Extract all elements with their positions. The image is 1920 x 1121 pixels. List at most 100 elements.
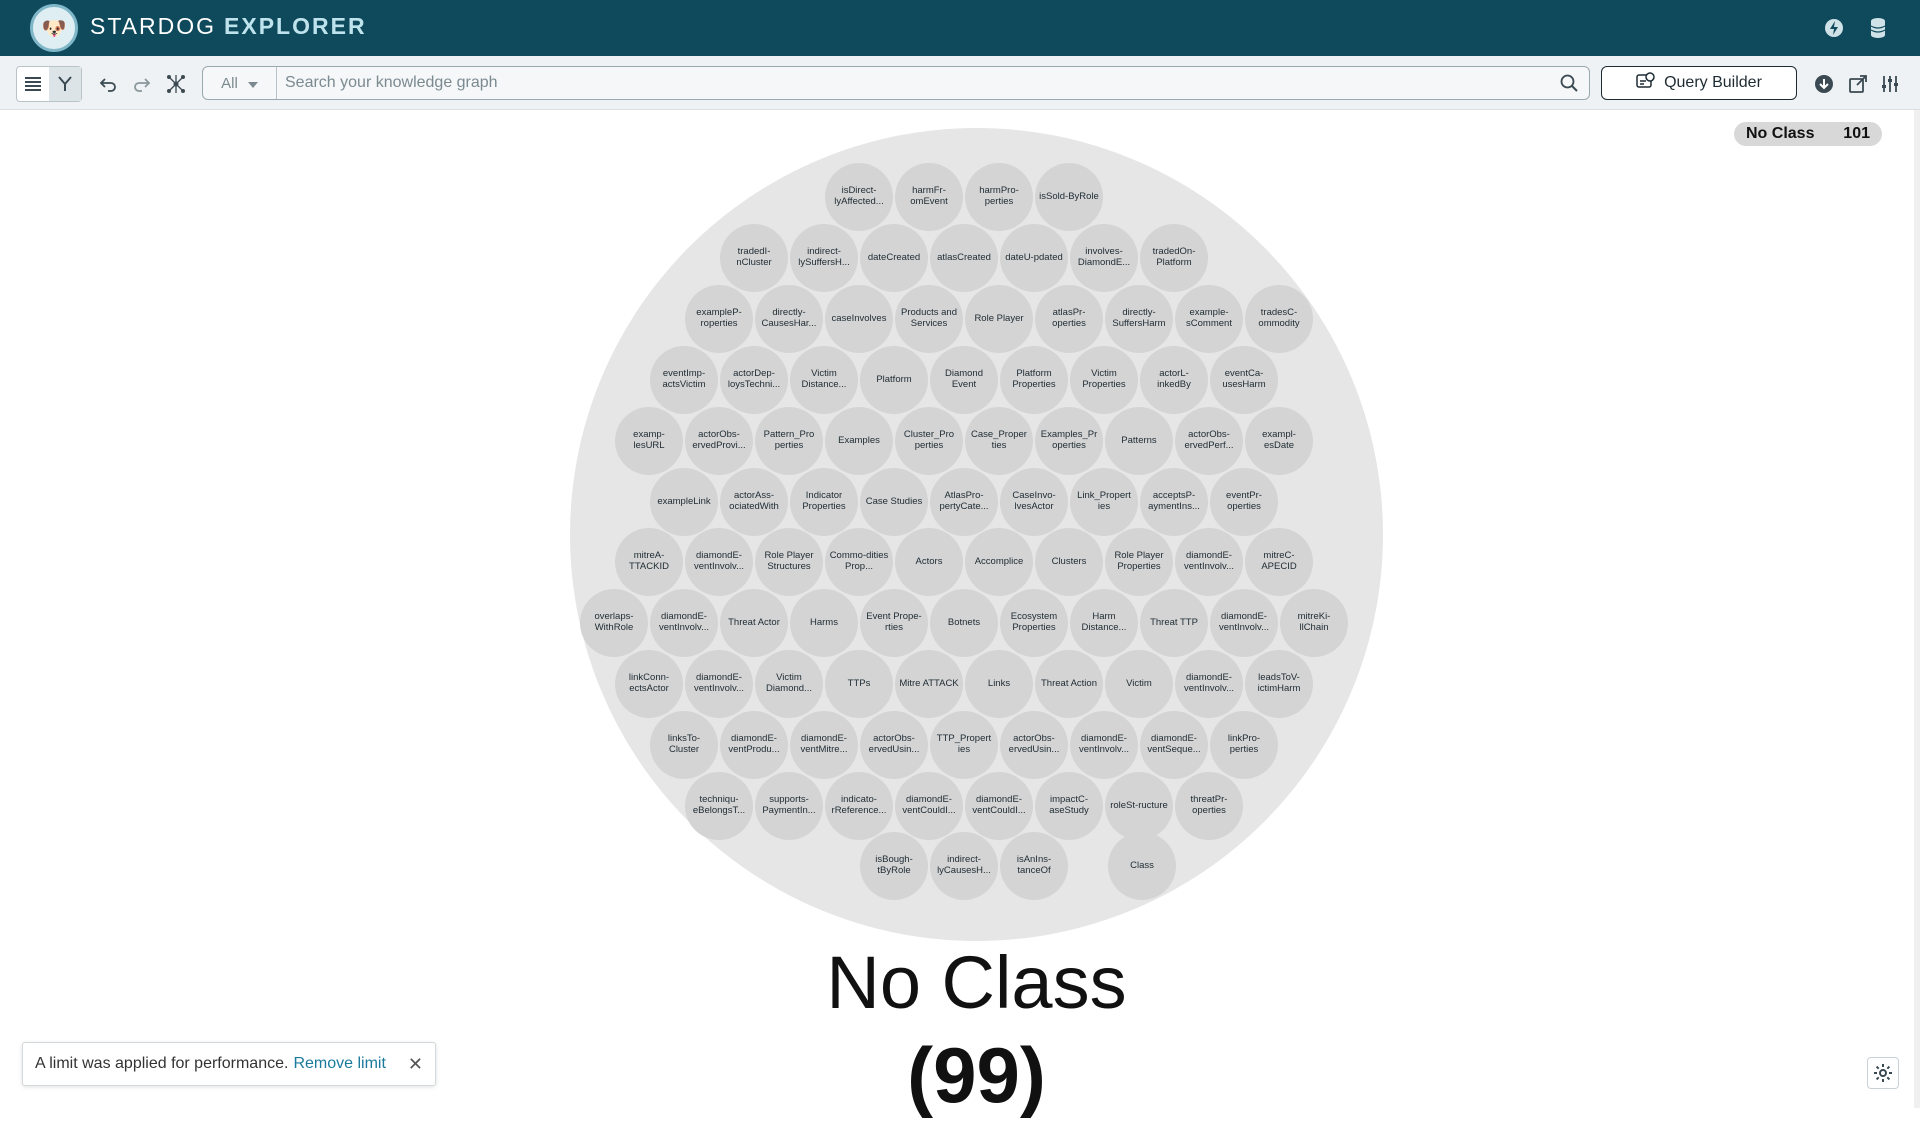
graph-node[interactable]: Case Studies: [860, 468, 928, 536]
lightning-icon[interactable]: [1822, 16, 1846, 40]
graph-node[interactable]: caseInvolves: [825, 285, 893, 353]
graph-node[interactable]: exampl-esDate: [1245, 407, 1313, 475]
redo-icon[interactable]: [126, 68, 158, 100]
graph-node[interactable]: Actors: [895, 528, 963, 596]
graph-node[interactable]: Threat Action: [1035, 650, 1103, 718]
graph-node[interactable]: actorObs-ervedProvi...: [685, 407, 753, 475]
graph-node[interactable]: Mitre ATTACK: [895, 650, 963, 718]
graph-node[interactable]: isSold-ByRole: [1035, 163, 1103, 231]
graph-node[interactable]: Accomplice: [965, 528, 1033, 596]
graph-node[interactable]: linksTo-Cluster: [650, 711, 718, 779]
graph-node[interactable]: actorObs-ervedUsin...: [1000, 711, 1068, 779]
graph-node[interactable]: diamondE-ventInvolv...: [685, 528, 753, 596]
graph-node[interactable]: dateU-pdated: [1000, 224, 1068, 292]
graph-node[interactable]: harmPro-perties: [965, 163, 1033, 231]
graph-node[interactable]: tradedI-nCluster: [720, 224, 788, 292]
graph-node[interactable]: Clusters: [1035, 528, 1103, 596]
graph-node[interactable]: Pattern_Pro perties: [755, 407, 823, 475]
graph-node[interactable]: roleSt-ructure: [1105, 772, 1173, 840]
list-view-icon[interactable]: [17, 67, 49, 101]
graph-node[interactable]: diamondE-ventInvolv...: [1175, 650, 1243, 718]
query-builder-button[interactable]: Query Builder: [1601, 66, 1797, 100]
graph-node[interactable]: Case_Proper ties: [965, 407, 1033, 475]
graph-node[interactable]: Ecosystem Properties: [1000, 589, 1068, 657]
graph-node[interactable]: tradesC-ommodity: [1245, 285, 1313, 353]
graph-node[interactable]: overlaps-WithRole: [580, 589, 648, 657]
graph-node[interactable]: supports-PaymentIn...: [755, 772, 823, 840]
graph-node[interactable]: Diamond Event: [930, 346, 998, 414]
graph-node[interactable]: Role Player: [965, 285, 1033, 353]
graph-node[interactable]: diamondE-ventProdu...: [720, 711, 788, 779]
undo-icon[interactable]: [92, 68, 124, 100]
graph-node[interactable]: Link_Propert ies: [1070, 468, 1138, 536]
sliders-icon[interactable]: [1874, 68, 1906, 100]
graph-node[interactable]: TTP_Propert ies: [930, 711, 998, 779]
graph-node[interactable]: Victim Diamond...: [755, 650, 823, 718]
search-icon[interactable]: [1549, 74, 1589, 92]
graph-node[interactable]: Cluster_Pro perties: [895, 407, 963, 475]
graph-node[interactable]: diamondE-ventSeque...: [1140, 711, 1208, 779]
graph-node[interactable]: involves-DiamondE...: [1070, 224, 1138, 292]
graph-node[interactable]: dateCreated: [860, 224, 928, 292]
graph-node[interactable]: diamondE-ventCouldI...: [965, 772, 1033, 840]
graph-node[interactable]: example-sComment: [1175, 285, 1243, 353]
graph-node[interactable]: isAnIns-tanceOf: [1000, 832, 1068, 900]
graph-node[interactable]: directly-CausesHar...: [755, 285, 823, 353]
graph-node[interactable]: indirect-lySuffersH...: [790, 224, 858, 292]
graph-node[interactable]: Products and Services: [895, 285, 963, 353]
stardog-logo-icon[interactable]: 🐶: [30, 4, 78, 52]
graph-node[interactable]: AtlasPro-pertyCate...: [930, 468, 998, 536]
graph-node[interactable]: techniqu-eBelongsT...: [685, 772, 753, 840]
graph-node[interactable]: Threat Actor: [720, 589, 788, 657]
search-input[interactable]: Search your knowledge graph: [277, 74, 1549, 92]
graph-node[interactable]: isBough-tByRole: [860, 832, 928, 900]
graph-node[interactable]: acceptsP-aymentIns...: [1140, 468, 1208, 536]
graph-node[interactable]: actorAss-ociatedWith: [720, 468, 788, 536]
graph-node[interactable]: Threat TTP: [1140, 589, 1208, 657]
graph-node[interactable]: linkConn-ectsActor: [615, 650, 683, 718]
graph-node[interactable]: exampleLink: [650, 468, 718, 536]
graph-node[interactable]: indicato-rReference...: [825, 772, 893, 840]
graph-node[interactable]: TTPs: [825, 650, 893, 718]
settings-gear-icon[interactable]: [1867, 1057, 1899, 1089]
close-icon[interactable]: ✕: [408, 1054, 423, 1075]
download-icon[interactable]: [1808, 68, 1840, 100]
graph-node[interactable]: impactC-aseStudy: [1035, 772, 1103, 840]
graph-node[interactable]: harmFr-omEvent: [895, 163, 963, 231]
graph-node[interactable]: Links: [965, 650, 1033, 718]
graph-node[interactable]: mitreA-TTACKID: [615, 528, 683, 596]
external-link-icon[interactable]: [1842, 68, 1874, 100]
graph-node[interactable]: indirect-lyCausesH...: [930, 832, 998, 900]
graph-node[interactable]: Class: [1108, 832, 1176, 900]
graph-node[interactable]: diamondE-ventCouldI...: [895, 772, 963, 840]
graph-node[interactable]: Harms: [790, 589, 858, 657]
remove-limit-link[interactable]: Remove limit: [293, 1055, 385, 1073]
graph-node[interactable]: Victim Distance...: [790, 346, 858, 414]
class-count-badge[interactable]: No Class 101: [1734, 122, 1882, 146]
graph-node[interactable]: Victim Properties: [1070, 346, 1138, 414]
graph-node[interactable]: Patterns: [1105, 407, 1173, 475]
graph-node[interactable]: leadsToV-ictimHarm: [1245, 650, 1313, 718]
graph-node[interactable]: mitreC-APECID: [1245, 528, 1313, 596]
graph-node[interactable]: diamondE-ventInvolv...: [685, 650, 753, 718]
graph-node[interactable]: Platform Properties: [1000, 346, 1068, 414]
database-icon[interactable]: [1866, 16, 1890, 40]
graph-node[interactable]: isDirect-lyAffected...: [825, 163, 893, 231]
graph-node[interactable]: threatPr-operties: [1175, 772, 1243, 840]
graph-node[interactable]: actorDep-loysTechni...: [720, 346, 788, 414]
graph-node[interactable]: Event Prope-rties: [860, 589, 928, 657]
graph-node[interactable]: Botnets: [930, 589, 998, 657]
graph-node[interactable]: exampleP-roperties: [685, 285, 753, 353]
graph-node[interactable]: atlasCreated: [930, 224, 998, 292]
graph-node[interactable]: atlasPr-operties: [1035, 285, 1103, 353]
graph-node[interactable]: actorObs-ervedUsin...: [860, 711, 928, 779]
graph-node[interactable]: Victim: [1105, 650, 1173, 718]
graph-node[interactable]: Role Player Structures: [755, 528, 823, 596]
graph-node[interactable]: Role Player Properties: [1105, 528, 1173, 596]
graph-node[interactable]: Platform: [860, 346, 928, 414]
graph-node[interactable]: examp-lesURL: [615, 407, 683, 475]
graph-node[interactable]: Examples_Pr operties: [1035, 407, 1103, 475]
graph-node[interactable]: directly-SuffersHarm: [1105, 285, 1173, 353]
graph-node[interactable]: diamondE-ventMitre...: [790, 711, 858, 779]
graph-node[interactable]: actorL-inkedBy: [1140, 346, 1208, 414]
